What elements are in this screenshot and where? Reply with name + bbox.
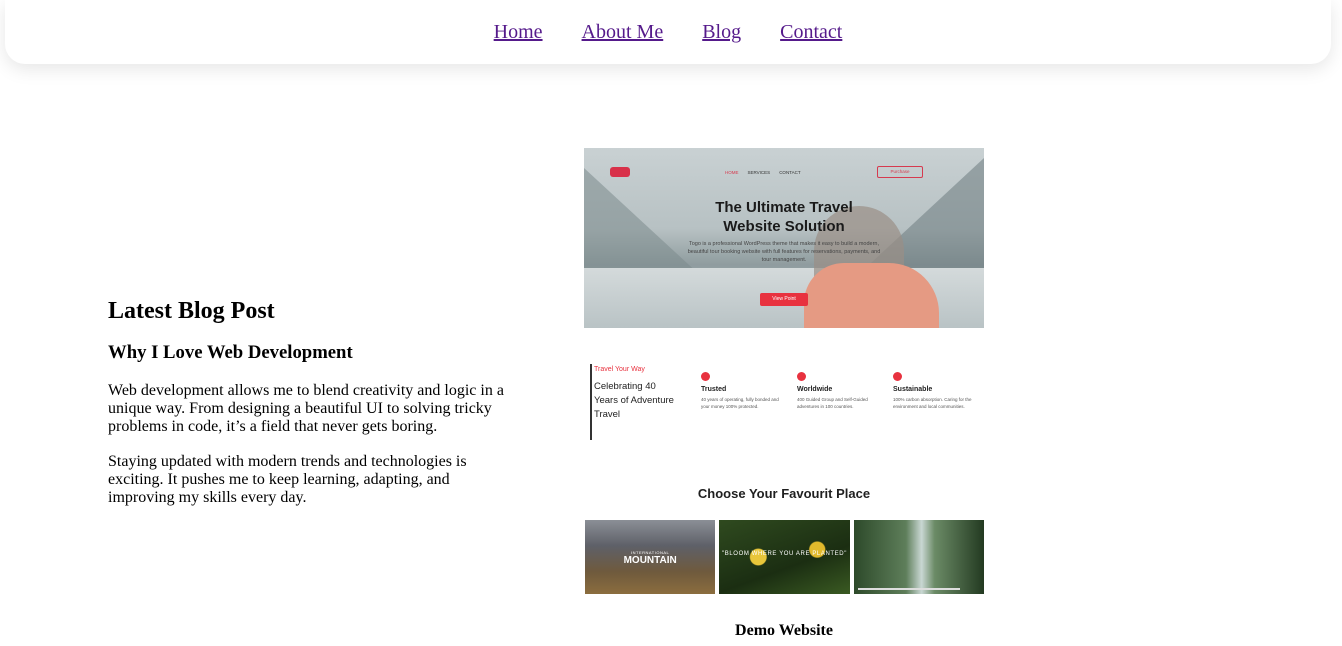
feature-desc: 100% carbon absorption. Caring for the e… xyxy=(893,397,972,409)
nav-link-contact[interactable]: Contact xyxy=(780,21,842,44)
tile-flowers: "BLOOM WHERE YOU ARE PLANTED" xyxy=(719,520,850,594)
backpack-shape xyxy=(804,263,939,328)
feature-worldwide: Worldwide 400 Guided Group and Self-Guid… xyxy=(797,372,877,410)
demo-website-caption: Demo Website xyxy=(735,622,833,639)
globe-icon xyxy=(797,372,806,381)
demo-website-preview: HOME SERVICES CONTACT Purchase The Ultim… xyxy=(584,148,984,594)
feature-desc: 400 Guided Group and Self-Guided adventu… xyxy=(797,397,868,409)
favourite-place-title: Choose Your Favourit Place xyxy=(697,486,871,501)
tile-waterfall xyxy=(853,520,984,594)
blog-post-section: Latest Blog Post Why I Love Web Developm… xyxy=(108,298,518,524)
preview-logo xyxy=(610,167,630,177)
nav-link-home[interactable]: Home xyxy=(494,21,543,44)
tile-mountain-label: MOUNTAIN xyxy=(623,555,677,566)
preview-hero-button: View Point xyxy=(760,293,808,306)
tile-mountain-caption: INTERNATIONAL MOUNTAIN xyxy=(585,550,715,566)
recycle-icon xyxy=(893,372,902,381)
post-paragraph-2: Staying updated with modern trends and t… xyxy=(108,453,467,506)
favourite-place-tiles: INTERNATIONAL MOUNTAIN "BLOOM WHERE YOU … xyxy=(585,520,984,594)
feature-trusted: Trusted 40 years of operating, fully bon… xyxy=(701,372,781,410)
video-progress-bar xyxy=(857,588,960,590)
preview-menu-home: HOME xyxy=(725,170,739,175)
shield-icon xyxy=(701,372,710,381)
preview-hero-title: The Ultimate Travel Website Solution xyxy=(584,198,984,236)
tile-mountain: INTERNATIONAL MOUNTAIN xyxy=(585,520,716,594)
feature-sustainable: Sustainable 100% carbon absorption. Cari… xyxy=(893,372,973,410)
feature-title: Trusted xyxy=(701,386,727,393)
features-accent-bar xyxy=(590,364,592,440)
preview-hero-title-line1: The Ultimate Travel xyxy=(715,199,853,216)
tile-flowers-caption: "BLOOM WHERE YOU ARE PLANTED" xyxy=(722,551,847,557)
feature-title: Sustainable xyxy=(893,386,933,393)
features-kicker: Travel Your Way xyxy=(594,366,645,373)
nav-link-about[interactable]: About Me xyxy=(582,21,664,44)
features-headline: Celebrating 40 Years of Adventure Travel xyxy=(594,381,674,420)
post-title: Why I Love Web Development xyxy=(108,342,353,363)
preview-menu-services: SERVICES xyxy=(747,170,771,175)
preview-hero: HOME SERVICES CONTACT Purchase The Ultim… xyxy=(584,148,984,328)
feature-desc: 40 years of operating, fully bonded and … xyxy=(701,397,779,409)
preview-features: Travel Your Way Celebrating 40 Years of … xyxy=(584,360,984,442)
preview-hero-title-line2: Website Solution xyxy=(723,218,845,235)
preview-menu: HOME SERVICES CONTACT xyxy=(725,170,801,175)
preview-menu-contact: CONTACT xyxy=(779,170,801,175)
post-paragraph-1: Web development allows me to blend creat… xyxy=(108,382,504,435)
top-nav: Home About Me Blog Contact xyxy=(5,0,1331,64)
preview-purchase-button: Purchase xyxy=(877,166,923,178)
section-title: Latest Blog Post xyxy=(108,298,275,324)
feature-title: Worldwide xyxy=(797,386,833,393)
preview-hero-subtitle: Togo is a professional WordPress theme t… xyxy=(687,241,881,263)
nav-link-blog[interactable]: Blog xyxy=(702,21,741,44)
